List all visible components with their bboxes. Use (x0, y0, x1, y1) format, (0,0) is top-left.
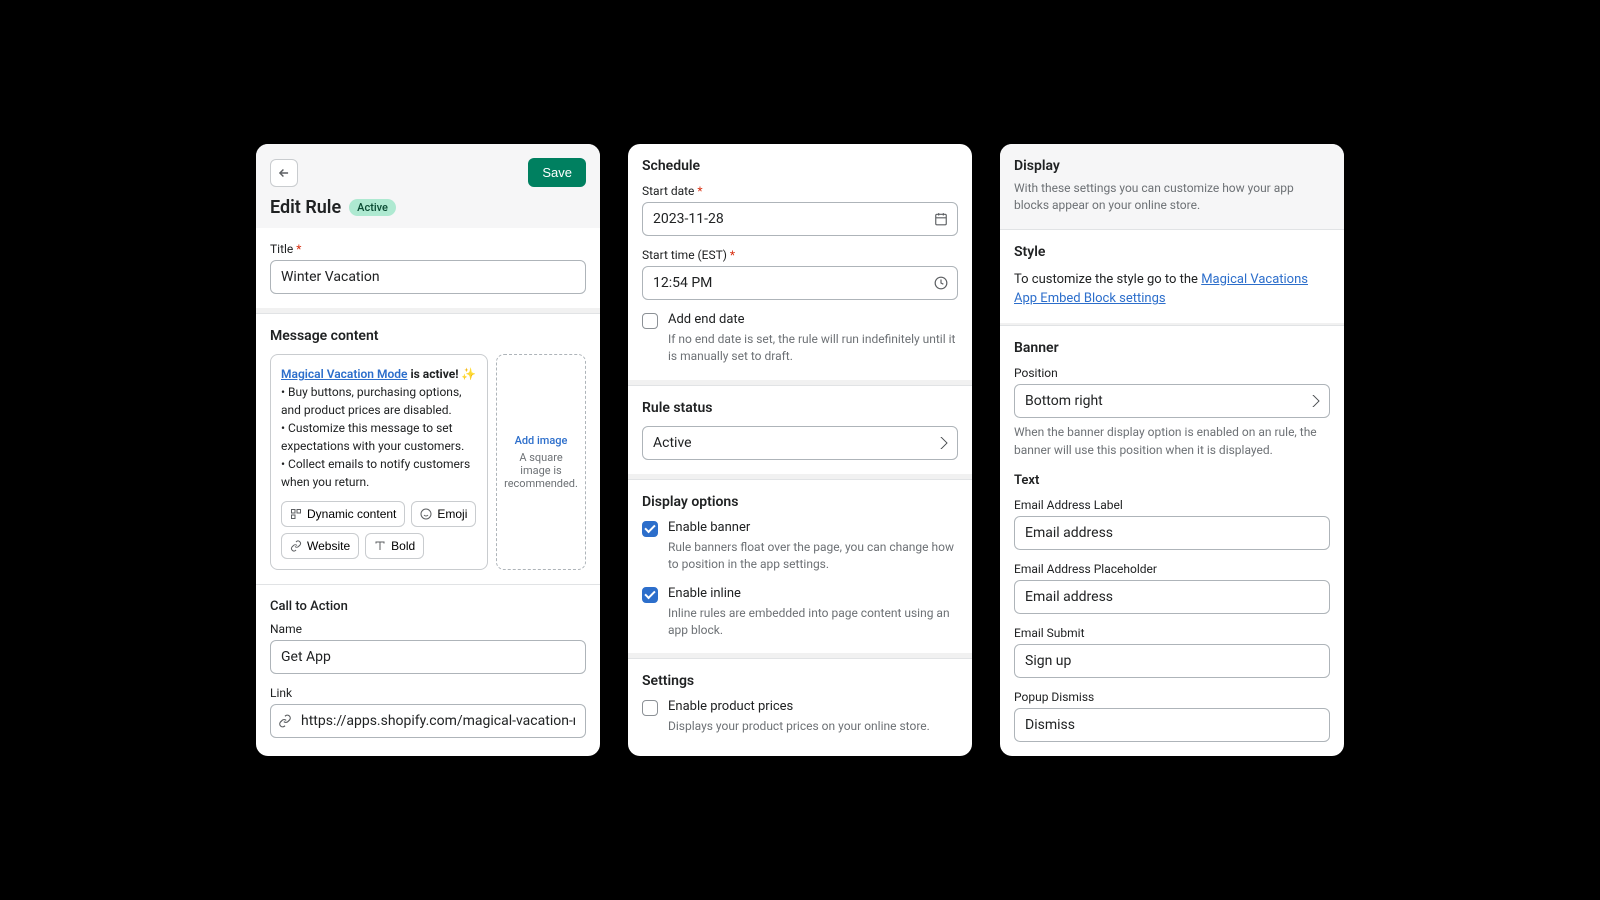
cta-link-input[interactable] (270, 704, 586, 738)
message-content-section: Message content Magical Vacation Mode is… (256, 313, 600, 584)
message-link: Magical Vacation Mode (281, 367, 408, 381)
schedule-panel: Schedule Start date Start time (EST) (628, 144, 972, 756)
add-image-help: A square image is recommended. (503, 451, 579, 490)
enable-product-prices-label: Enable product prices (668, 699, 930, 714)
email-label-input[interactable] (1014, 516, 1330, 550)
dynamic-content-button[interactable]: Dynamic content (281, 501, 405, 527)
start-time-input[interactable] (642, 266, 958, 300)
display-options-section: Display options Enable banner Rule banne… (628, 479, 972, 654)
email-submit-input[interactable] (1014, 644, 1330, 678)
cta-link-label: Link (270, 686, 586, 700)
text-heading: Text (1014, 473, 1330, 488)
cta-name-label: Name (270, 622, 586, 636)
position-help: When the banner display option is enable… (1014, 424, 1330, 459)
emoji-button[interactable]: Emoji (411, 501, 476, 527)
type-icon (374, 540, 386, 552)
enable-inline-help: Inline rules are embedded into page cont… (668, 605, 958, 640)
status-badge: Active (349, 199, 396, 216)
enable-banner-help: Rule banners float over the page, you ca… (668, 539, 958, 574)
text-section: Text Email Address Label Email Address P… (1000, 473, 1344, 756)
back-button[interactable] (270, 159, 298, 187)
email-submit-label: Email Submit (1014, 626, 1330, 640)
enable-banner-label: Enable banner (668, 520, 958, 535)
link-icon (278, 714, 292, 728)
display-header-section: Display With these settings you can cust… (1000, 144, 1344, 229)
cta-name-input[interactable] (270, 640, 586, 674)
cta-section: Call to Action Name Link (256, 584, 600, 752)
enable-inline-label: Enable inline (668, 586, 958, 601)
title-section: Title (256, 228, 600, 308)
panel-header: Save Edit Rule Active (256, 144, 600, 228)
position-select[interactable]: Bottom right (1014, 384, 1330, 418)
banner-heading: Banner (1014, 340, 1330, 356)
style-section: Style To customize the style go to the M… (1000, 229, 1344, 323)
enable-inline-checkbox[interactable] (642, 587, 658, 603)
message-editor[interactable]: Magical Vacation Mode is active! ✨ • Buy… (270, 354, 488, 570)
display-heading: Display (1014, 158, 1330, 174)
arrow-left-icon (277, 166, 291, 180)
display-help: With these settings you can customize ho… (1014, 180, 1330, 215)
popup-dismiss-label: Popup Dismiss (1014, 690, 1330, 704)
settings-heading: Settings (642, 673, 958, 689)
rule-status-heading: Rule status (642, 400, 958, 416)
emoji-icon (420, 508, 432, 520)
start-date-input[interactable] (642, 202, 958, 236)
clock-icon (934, 276, 948, 290)
message-content-heading: Message content (270, 328, 586, 344)
title-input[interactable] (270, 260, 586, 294)
email-placeholder-label: Email Address Placeholder (1014, 562, 1330, 576)
edit-rule-panel: Save Edit Rule Active Title Message cont… (256, 144, 600, 756)
enable-banner-checkbox[interactable] (642, 521, 658, 537)
position-label: Position (1014, 366, 1330, 380)
email-label-label: Email Address Label (1014, 498, 1330, 512)
add-image-dropzone[interactable]: Add image A square image is recommended. (496, 354, 586, 570)
start-date-label: Start date (642, 184, 958, 198)
enable-product-prices-help: Displays your product prices on your onl… (668, 718, 930, 735)
rule-status-section: Rule status Active (628, 385, 972, 474)
cta-heading: Call to Action (270, 599, 586, 614)
style-heading: Style (1014, 244, 1330, 260)
link-icon (290, 540, 302, 552)
dynamic-icon (290, 508, 302, 520)
start-time-label: Start time (EST) (642, 248, 958, 262)
rule-status-select[interactable]: Active (642, 426, 958, 460)
email-placeholder-input[interactable] (1014, 580, 1330, 614)
enable-product-prices-checkbox[interactable] (642, 700, 658, 716)
website-button[interactable]: Website (281, 533, 359, 559)
calendar-icon (934, 212, 948, 226)
style-text: To customize the style go to the (1014, 272, 1201, 287)
schedule-section: Schedule Start date Start time (EST) (628, 144, 972, 380)
display-options-heading: Display options (642, 494, 958, 510)
add-end-date-checkbox[interactable] (642, 313, 658, 329)
bold-button[interactable]: Bold (365, 533, 424, 559)
save-button[interactable]: Save (528, 158, 586, 187)
display-panel: Display With these settings you can cust… (1000, 144, 1344, 756)
banner-section: Banner Position Bottom right When the ba… (1000, 325, 1344, 473)
title-label: Title (270, 242, 586, 256)
add-image-label: Add image (515, 434, 568, 447)
popup-dismiss-input[interactable] (1014, 708, 1330, 742)
page-title: Edit Rule (270, 197, 341, 218)
schedule-heading: Schedule (642, 158, 958, 174)
add-end-date-help: If no end date is set, the rule will run… (668, 331, 958, 366)
settings-section: Settings Enable product prices Displays … (628, 658, 972, 749)
add-end-date-label: Add end date (668, 312, 958, 327)
